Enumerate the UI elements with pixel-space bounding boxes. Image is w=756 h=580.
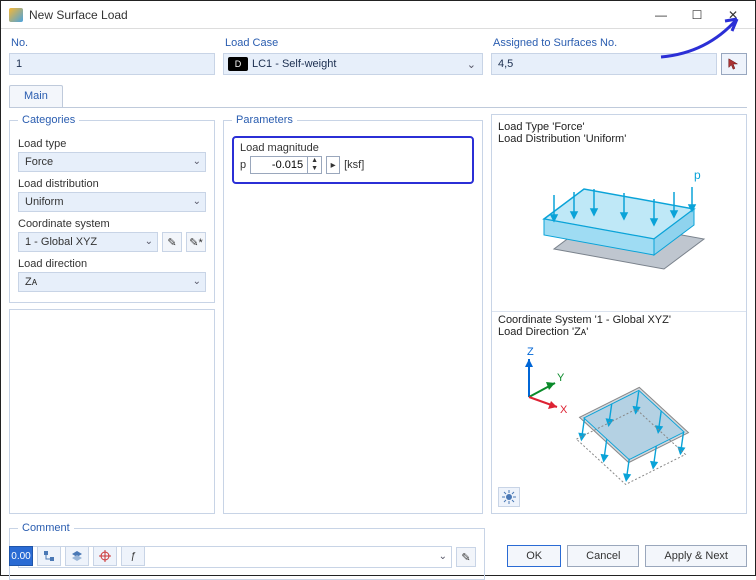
coord-value: 1 - Global XYZ	[25, 236, 97, 248]
tool-button-3[interactable]	[65, 546, 89, 566]
axis-y-label: Y	[557, 372, 565, 384]
dir-value: Zᴀ	[25, 276, 37, 288]
preview-loadtype-line: Load Type 'Force'	[498, 121, 740, 133]
parameters-legend: Parameters	[232, 114, 297, 126]
units-tool-button[interactable]: 0.00	[9, 546, 33, 566]
axis-x-label: X	[560, 404, 568, 416]
no-label: No.	[11, 37, 215, 49]
preview-panel: Load Type 'Force' Load Distribution 'Uni…	[491, 114, 747, 514]
loadcase-label: Load Case	[225, 37, 483, 49]
magnitude-highlight: Load magnitude p ▲▼ ▸ [ksf]	[232, 136, 474, 184]
chevron-down-icon: ⌄	[467, 58, 476, 71]
loaddist-dropdown[interactable]: Uniform ⌄	[18, 192, 206, 212]
preview-direction-diagram: Z Y X	[498, 338, 740, 508]
axis-z-label: Z	[527, 347, 534, 358]
preview-load-diagram: p	[498, 139, 740, 309]
tree-icon	[43, 550, 55, 562]
magnitude-step-button[interactable]: ▸	[326, 156, 340, 174]
ok-button[interactable]: OK	[507, 545, 561, 567]
categories-legend: Categories	[18, 114, 79, 126]
header-fields: No. 1 Load Case D LC1 - Self-weight ⌄ As…	[9, 35, 747, 75]
dialog-content: No. 1 Load Case D LC1 - Self-weight ⌄ As…	[1, 29, 755, 575]
app-icon	[9, 8, 23, 22]
minimize-button[interactable]: —	[643, 2, 679, 28]
dialog-footer: 0.00 ƒ OK Cancel Apply & Next	[9, 545, 747, 567]
magnitude-input[interactable]	[251, 157, 307, 173]
loadcase-tag: D	[228, 57, 248, 71]
magnitude-spinner[interactable]: ▲▼	[250, 156, 322, 174]
loadtype-label: Load type	[18, 138, 206, 150]
chevron-down-icon: ⌄	[193, 156, 201, 167]
pick-cursor-icon	[727, 57, 741, 71]
dir-label: Load direction	[18, 258, 206, 270]
preview-p-label: p	[694, 168, 701, 182]
loaddist-label: Load distribution	[18, 178, 206, 190]
loadcase-value: LC1 - Self-weight	[252, 58, 336, 70]
tool-button-4[interactable]	[93, 546, 117, 566]
pick-surfaces-button[interactable]	[721, 53, 747, 75]
spin-up-icon[interactable]: ▲	[308, 157, 321, 165]
categories-spare-panel	[9, 309, 215, 514]
layers-icon	[71, 550, 83, 562]
loaddist-value: Uniform	[25, 196, 64, 208]
gear-icon	[502, 490, 516, 504]
chevron-down-icon: ⌄	[193, 276, 201, 287]
assigned-field[interactable]: 4,5	[491, 53, 717, 75]
no-value: 1	[16, 58, 22, 70]
loadcase-dropdown[interactable]: D LC1 - Self-weight ⌄	[223, 53, 483, 75]
coord-dropdown[interactable]: 1 - Global XYZ ⌄	[18, 232, 158, 252]
loadtype-value: Force	[25, 156, 53, 168]
magnitude-label: Load magnitude	[240, 142, 466, 154]
loadtype-dropdown[interactable]: Force ⌄	[18, 152, 206, 172]
assigned-value: 4,5	[498, 58, 513, 70]
tab-main[interactable]: Main	[9, 85, 63, 107]
apply-next-button[interactable]: Apply & Next	[645, 545, 747, 567]
no-field[interactable]: 1	[9, 53, 215, 75]
magnitude-unit: [ksf]	[344, 159, 364, 171]
chevron-down-icon: ⌄	[145, 236, 153, 247]
close-button[interactable]: ✕	[715, 2, 751, 28]
preview-coord-line: Coordinate System '1 - Global XYZ'	[498, 314, 740, 326]
preview-dir-line: Load Direction 'Zᴀ'	[498, 326, 740, 338]
cancel-button[interactable]: Cancel	[567, 545, 639, 567]
tool-button-2[interactable]	[37, 546, 61, 566]
maximize-button[interactable]: ☐	[679, 2, 715, 28]
coord-new-button[interactable]: ✎	[162, 232, 182, 252]
dir-dropdown[interactable]: Zᴀ ⌄	[18, 272, 206, 292]
coord-edit-button[interactable]: ✎*	[186, 232, 206, 252]
magnitude-symbol: p	[240, 159, 246, 171]
coord-label: Coordinate system	[18, 218, 206, 230]
function-icon: ƒ	[130, 551, 136, 562]
tool-button-5[interactable]: ƒ	[121, 546, 145, 566]
tab-strip: Main	[9, 85, 747, 108]
assigned-label: Assigned to Surfaces No.	[493, 37, 747, 49]
preview-settings-button[interactable]	[498, 487, 520, 507]
titlebar: New Surface Load — ☐ ✕	[1, 1, 755, 29]
parameters-group: Parameters Load magnitude p ▲▼ ▸ [ksf]	[223, 114, 483, 514]
window-title: New Surface Load	[29, 8, 643, 22]
comment-legend: Comment	[18, 522, 74, 534]
target-icon	[99, 550, 111, 562]
surface-load-dialog: New Surface Load — ☐ ✕ No. 1 Load Case D…	[0, 0, 756, 576]
chevron-down-icon: ⌄	[193, 196, 201, 207]
spin-down-icon[interactable]: ▼	[308, 165, 321, 173]
categories-group: Categories Load type Force ⌄ Load distrib…	[9, 114, 215, 303]
